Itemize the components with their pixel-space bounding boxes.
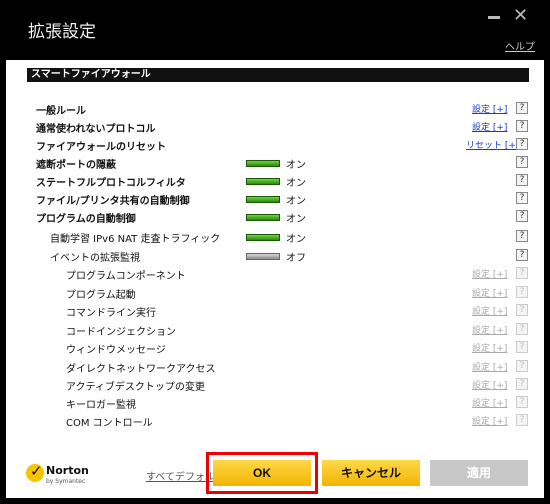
help-icon[interactable]: ? [516, 396, 528, 408]
toggle-switch[interactable] [246, 178, 280, 185]
row-label: アクティブデスクトップの変更 [66, 382, 205, 393]
toggle-switch[interactable] [246, 214, 280, 221]
toggle-state: オン [286, 234, 306, 245]
toggle-switch[interactable] [246, 253, 280, 260]
row-label: 通常使われないプロトコル [36, 124, 156, 135]
configure-link[interactable]: 設定 [+] [472, 102, 507, 115]
help-icon[interactable]: ? [516, 267, 528, 279]
help-icon[interactable]: ? [516, 249, 528, 261]
configure-link[interactable]: 設定 [+] [472, 304, 507, 317]
toggle-state: オフ [286, 253, 306, 264]
configure-link[interactable]: 設定 [+] [472, 341, 507, 354]
configure-link[interactable]: 設定 [+] [472, 378, 507, 391]
cancel-button[interactable]: キャンセル [322, 460, 420, 486]
brand-subtitle: by Symantec [46, 478, 86, 485]
row-label: プログラムの自動制御 [36, 214, 136, 225]
help-icon[interactable]: ? [516, 304, 528, 316]
row-uncommon-protocols: 通常使われないプロトコル 設定 [+] ? [6, 118, 544, 136]
help-icon[interactable]: ? [516, 378, 528, 390]
toggle-state: オン [286, 196, 306, 207]
configure-link[interactable]: 設定 [+] [472, 396, 507, 409]
row-command-line: コマンドライン実行 設定 [+] ? [6, 302, 544, 320]
row-label: イベントの拡張監視 [50, 253, 140, 264]
row-label: ウィンドウメッセージ [66, 345, 166, 356]
row-general-rules: 一般ルール 設定 [+] ? [6, 100, 544, 118]
settings-panel: スマートファイアウォール 一般ルール 設定 [+] ? 通常使われないプロトコル… [6, 60, 544, 498]
help-icon[interactable]: ? [516, 230, 528, 242]
minimize-icon[interactable] [488, 16, 500, 19]
row-label: COM コントロール [66, 418, 153, 429]
apply-button[interactable]: 適用 [430, 460, 528, 486]
row-program-components: プログラムコンポーネント 設定 [+] ? [6, 265, 544, 283]
section-title: スマートファイアウォール [27, 68, 529, 82]
row-label: コードインジェクション [66, 327, 176, 338]
help-link[interactable]: ヘルプ [505, 38, 535, 53]
row-stealth-ports: 遮断ポートの隠蔽 オン ? [6, 154, 544, 172]
row-active-desktop: アクティブデスクトップの変更 設定 [+] ? [6, 376, 544, 394]
row-label: 遮断ポートの隠蔽 [36, 160, 116, 171]
row-label: コマンドライン実行 [66, 308, 156, 319]
help-icon[interactable]: ? [516, 138, 528, 150]
checkmark-icon: ✓ [30, 462, 43, 480]
row-com-control: COM コントロール 設定 [+] ? [6, 412, 544, 430]
help-icon[interactable]: ? [516, 360, 528, 372]
configure-link[interactable]: 設定 [+] [472, 267, 507, 280]
help-icon[interactable]: ? [516, 156, 528, 168]
row-program-launch: プログラム起動 設定 [+] ? [6, 284, 544, 302]
row-direct-network-access: ダイレクトネットワークアクセス 設定 [+] ? [6, 358, 544, 376]
row-label: ステートフルプロトコルフィルタ [36, 178, 186, 189]
row-code-injection: コードインジェクション 設定 [+] ? [6, 321, 544, 339]
row-label: キーロガー監視 [66, 400, 136, 411]
row-label: ファイアウォールのリセット [36, 142, 166, 153]
row-ipv6-nat: 自動学習 IPv6 NAT 走査トラフィック オン ? [6, 228, 544, 246]
configure-link[interactable]: 設定 [+] [472, 323, 507, 336]
row-stateful-filter: ステートフルプロトコルフィルタ オン ? [6, 172, 544, 190]
help-icon[interactable]: ? [516, 120, 528, 132]
help-icon[interactable]: ? [516, 174, 528, 186]
toggle-switch[interactable] [246, 196, 280, 203]
row-file-printer-sharing: ファイル/プリンタ共有の自動制御 オン ? [6, 190, 544, 208]
window-title: 拡張設定 [28, 22, 96, 42]
row-label: ファイル/プリンタ共有の自動制御 [36, 196, 190, 207]
configure-link[interactable]: 設定 [+] [472, 286, 507, 299]
row-label: 自動学習 IPv6 NAT 走査トラフィック [50, 234, 221, 245]
row-event-monitoring: イベントの拡張監視 オフ ? [6, 247, 544, 265]
row-label: 一般ルール [36, 106, 86, 117]
configure-link[interactable]: 設定 [+] [472, 414, 507, 427]
ok-button[interactable]: OK [213, 460, 311, 486]
toggle-state: オン [286, 214, 306, 225]
configure-link[interactable]: 設定 [+] [472, 360, 507, 373]
row-label: ダイレクトネットワークアクセス [66, 364, 216, 375]
title-bar: 拡張設定 ✕ ヘルプ [0, 0, 550, 60]
help-icon[interactable]: ? [516, 341, 528, 353]
row-program-control: プログラムの自動制御 オン ? [6, 208, 544, 226]
row-window-messages: ウィンドウメッセージ 設定 [+] ? [6, 339, 544, 357]
row-firewall-reset: ファイアウォールのリセット リセット [+] ? [6, 136, 544, 154]
close-icon[interactable]: ✕ [513, 4, 528, 28]
toggle-switch[interactable] [246, 160, 280, 167]
toggle-switch[interactable] [246, 234, 280, 241]
help-icon[interactable]: ? [516, 414, 528, 426]
row-label: プログラム起動 [66, 290, 136, 301]
row-keylogger: キーロガー監視 設定 [+] ? [6, 394, 544, 412]
toggle-state: オン [286, 178, 306, 189]
brand-name: Norton [46, 464, 89, 477]
configure-link[interactable]: 設定 [+] [472, 120, 507, 133]
help-icon[interactable]: ? [516, 210, 528, 222]
help-icon[interactable]: ? [516, 286, 528, 298]
help-icon[interactable]: ? [516, 102, 528, 114]
help-icon[interactable]: ? [516, 192, 528, 204]
reset-link[interactable]: リセット [+] [466, 138, 519, 151]
toggle-state: オン [286, 160, 306, 171]
row-label: プログラムコンポーネント [66, 271, 186, 282]
help-icon[interactable]: ? [516, 323, 528, 335]
